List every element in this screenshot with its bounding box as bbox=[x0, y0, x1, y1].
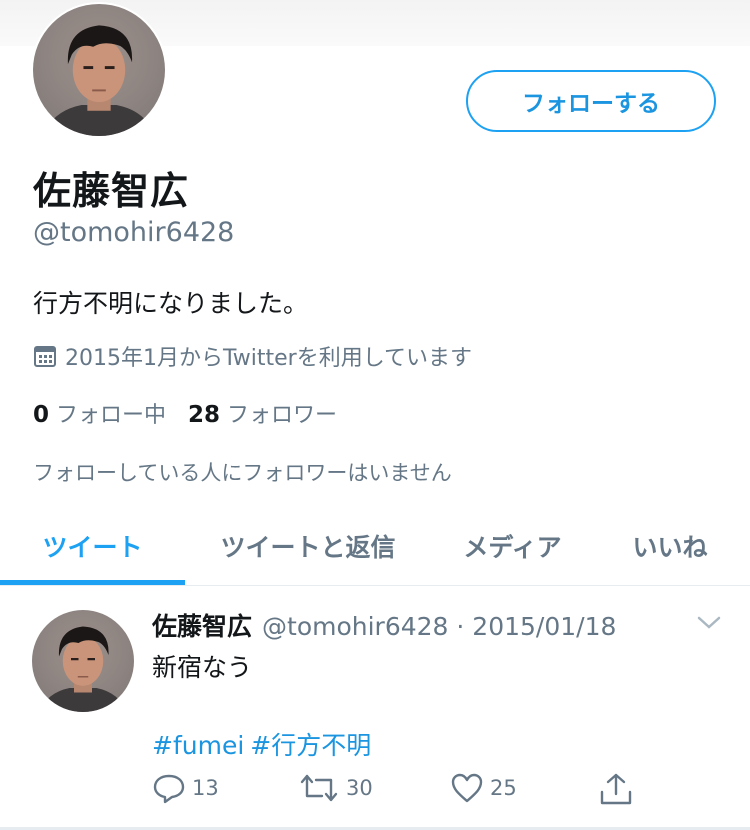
profile-handle: @tomohir6428 bbox=[33, 217, 235, 248]
followers-count: 28 bbox=[188, 402, 221, 428]
like-count: 25 bbox=[490, 776, 517, 800]
reply-count: 13 bbox=[192, 776, 219, 800]
retweet-icon bbox=[300, 774, 338, 802]
avatar-photo bbox=[42, 25, 156, 136]
retweet-count: 30 bbox=[346, 776, 373, 800]
tweet-hashtags: #fumei #行方不明 bbox=[152, 726, 377, 762]
avatar-photo bbox=[39, 626, 127, 712]
tab-likes[interactable]: いいね bbox=[610, 510, 730, 582]
reply-icon bbox=[153, 774, 185, 804]
tweet-author-name[interactable]: 佐藤智広 bbox=[152, 607, 252, 643]
tab-media[interactable]: メディア bbox=[440, 510, 585, 582]
followers-you-know-note: フォローしている人にフォロワーはいません bbox=[33, 461, 452, 485]
followers-link[interactable]: 28 フォロワー bbox=[188, 397, 337, 429]
profile-bio: 行方不明になりました。 bbox=[33, 289, 309, 318]
hashtag-link[interactable]: #fumei bbox=[152, 731, 244, 760]
reply-button[interactable]: 13 bbox=[152, 772, 219, 804]
profile-stats: 0 フォロー中 28 フォロワー bbox=[33, 397, 359, 429]
profile-avatar[interactable] bbox=[31, 2, 167, 138]
joined-text: 2015年1月からTwitterを利用しています bbox=[65, 346, 473, 371]
profile-display-name: 佐藤智広 bbox=[33, 169, 190, 213]
follow-button[interactable]: フォローする bbox=[466, 70, 716, 132]
tweet-avatar[interactable] bbox=[32, 610, 134, 712]
tweet-actions: 13 30 25 bbox=[152, 772, 652, 812]
following-count: 0 bbox=[33, 402, 50, 428]
profile-tabs: ツイート ツイートと返信 メディア いいね bbox=[0, 510, 750, 586]
tabs-divider bbox=[0, 585, 750, 586]
hashtag-link[interactable]: #行方不明 bbox=[250, 731, 371, 760]
followers-label: フォロワー bbox=[227, 403, 338, 428]
like-button[interactable]: 25 bbox=[450, 772, 517, 804]
tab-tweets[interactable]: ツイート bbox=[0, 510, 185, 582]
tweet-author-meta: @tomohir6428 · 2015/01/18 bbox=[262, 612, 617, 641]
tab-tweets-and-replies[interactable]: ツイートと返信 bbox=[198, 510, 418, 582]
retweet-button[interactable]: 30 bbox=[298, 772, 373, 804]
profile-joined-date: 2015年1月からTwitterを利用しています bbox=[33, 340, 472, 372]
tweet-header: 佐藤智広 @tomohir6428 · 2015/01/18 bbox=[152, 607, 616, 643]
share-icon bbox=[600, 773, 632, 805]
following-label: フォロー中 bbox=[56, 403, 167, 428]
calendar-icon bbox=[34, 346, 56, 367]
following-link[interactable]: 0 フォロー中 bbox=[33, 397, 166, 429]
heart-icon bbox=[451, 773, 483, 803]
chevron-down-icon[interactable] bbox=[696, 614, 722, 636]
tweet-text: 新宿なう bbox=[152, 653, 253, 682]
share-button[interactable] bbox=[598, 772, 640, 806]
